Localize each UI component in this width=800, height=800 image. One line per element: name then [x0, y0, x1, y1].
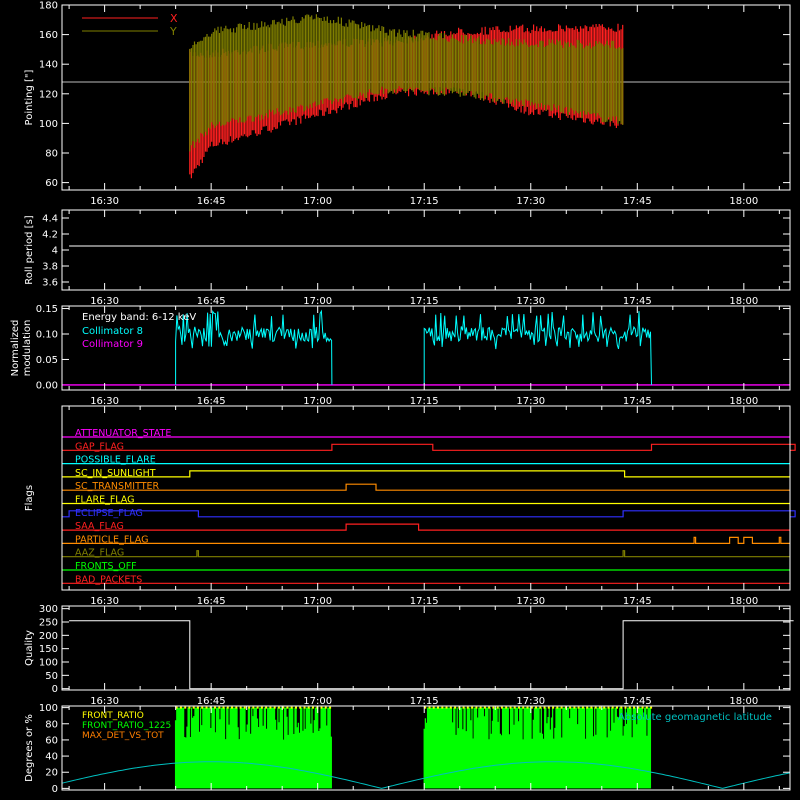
y-tick-label: 60: [45, 178, 58, 189]
x-tick-label: 17:15: [410, 696, 439, 707]
x-tick-label: 17:15: [410, 396, 439, 407]
x-tick-label: 17:45: [623, 696, 652, 707]
y-tick-label: 100: [39, 703, 58, 714]
y-tick-label: 80: [45, 149, 58, 160]
y-tick-label: 200: [39, 631, 58, 642]
y-tick-label: 3.8: [42, 262, 58, 273]
x-tick-label: 16:30: [90, 596, 119, 607]
y-tick-label: 4.2: [42, 230, 58, 241]
y-tick-label: 0: [52, 784, 58, 795]
x-tick-label: 17:00: [303, 396, 332, 407]
legend-front-ratio-1225: FRONT_RATIO_1225: [82, 721, 171, 731]
y-axis-label: Flags: [24, 485, 35, 511]
legend-max-det-vs-tot: MAX_DET_VS_TOT: [82, 731, 164, 741]
y-tick-label: 40: [45, 752, 58, 763]
x-tick-label: 17:30: [516, 296, 545, 307]
x-tick-label: 17:30: [516, 396, 545, 407]
legend-label-y: Y: [169, 25, 177, 38]
y-axis-label: Normalized: [10, 320, 21, 377]
y-tick-label: 0.00: [36, 380, 58, 391]
x-tick-label: 18:00: [729, 296, 758, 307]
y-tick-label: 0.10: [36, 330, 58, 341]
y-tick-label: 4.4: [42, 214, 58, 225]
y-tick-label: 60: [45, 735, 58, 746]
legend-label-x: X: [170, 12, 178, 25]
y-tick-label: 0.05: [36, 355, 58, 366]
legend-collimator-9: Collimator 9: [82, 339, 143, 350]
x-tick-label: 16:30: [90, 696, 119, 707]
y-axis-label: Roll period [s]: [24, 215, 35, 284]
x-tick-label: 17:15: [410, 296, 439, 307]
x-tick-label: 16:45: [197, 596, 226, 607]
y-tick-label: 250: [39, 618, 58, 629]
x-tick-label: 18:00: [729, 196, 758, 207]
y-tick-label: 50: [45, 671, 58, 682]
x-tick-label: 17:30: [516, 696, 545, 707]
x-tick-label: 17:45: [623, 296, 652, 307]
x-tick-label: 16:45: [197, 196, 226, 207]
x-tick-label: 18:00: [729, 696, 758, 707]
y-tick-label: 100: [39, 658, 58, 669]
y-axis-label: modulation: [22, 320, 33, 377]
y-tick-label: 20: [45, 768, 58, 779]
x-tick-label: 17:45: [623, 396, 652, 407]
y-tick-label: 300: [39, 604, 58, 615]
y-tick-label: 100: [39, 119, 58, 130]
energy-band-annotation: Energy band: 6-12 keV: [82, 312, 196, 323]
y-tick-label: 80: [45, 719, 58, 730]
x-tick-label: 16:45: [197, 396, 226, 407]
y-axis-label: Pointing ["]: [24, 69, 35, 125]
legend-geomagnetic-latitude: Absolute geomagnetic latitude: [618, 712, 772, 723]
y-tick-label: 3.6: [42, 278, 58, 289]
x-tick-label: 16:30: [90, 196, 119, 207]
x-tick-label: 17:00: [303, 596, 332, 607]
y-tick-label: 4: [52, 246, 58, 257]
x-tick-label: 16:45: [197, 696, 226, 707]
x-tick-label: 16:30: [90, 296, 119, 307]
x-tick-label: 17:00: [303, 196, 332, 207]
x-tick-label: 17:00: [303, 296, 332, 307]
y-axis-label: Quality: [24, 630, 35, 666]
x-tick-label: 17:00: [303, 696, 332, 707]
x-tick-label: 18:00: [729, 396, 758, 407]
x-tick-label: 17:15: [410, 596, 439, 607]
x-tick-label: 17:45: [623, 196, 652, 207]
y-tick-label: 160: [39, 30, 58, 41]
y-tick-label: 0: [52, 684, 58, 695]
hessi-observing-summary: 60 80 100 120 140 160 180 Pointing ["] XY 16:30 16…: [0, 0, 800, 800]
legend-front-ratio: FRONT_RATIO: [82, 711, 144, 721]
x-tick-label: 17:30: [516, 596, 545, 607]
y-tick-label: 0.15: [36, 304, 58, 315]
y-tick-label: 120: [39, 89, 58, 100]
y-tick-label: 180: [39, 1, 58, 12]
x-tick-label: 17:15: [410, 196, 439, 207]
flag-label-eclipse-flag: ECLIPSE_FLAG: [75, 508, 143, 519]
legend-collimator-8: Collimator 8: [82, 326, 143, 337]
x-tick-label: 17:30: [516, 196, 545, 207]
y-tick-label: 140: [39, 60, 58, 71]
y-tick-label: 150: [39, 644, 58, 655]
x-tick-label: 16:45: [197, 296, 226, 307]
y-axis-label: Degrees or %: [24, 714, 35, 782]
x-tick-label: 17:45: [623, 596, 652, 607]
x-tick-label: 16:30: [90, 396, 119, 407]
x-tick-label: 18:00: [729, 596, 758, 607]
front-ratio-1225-bars: [174, 707, 332, 789]
